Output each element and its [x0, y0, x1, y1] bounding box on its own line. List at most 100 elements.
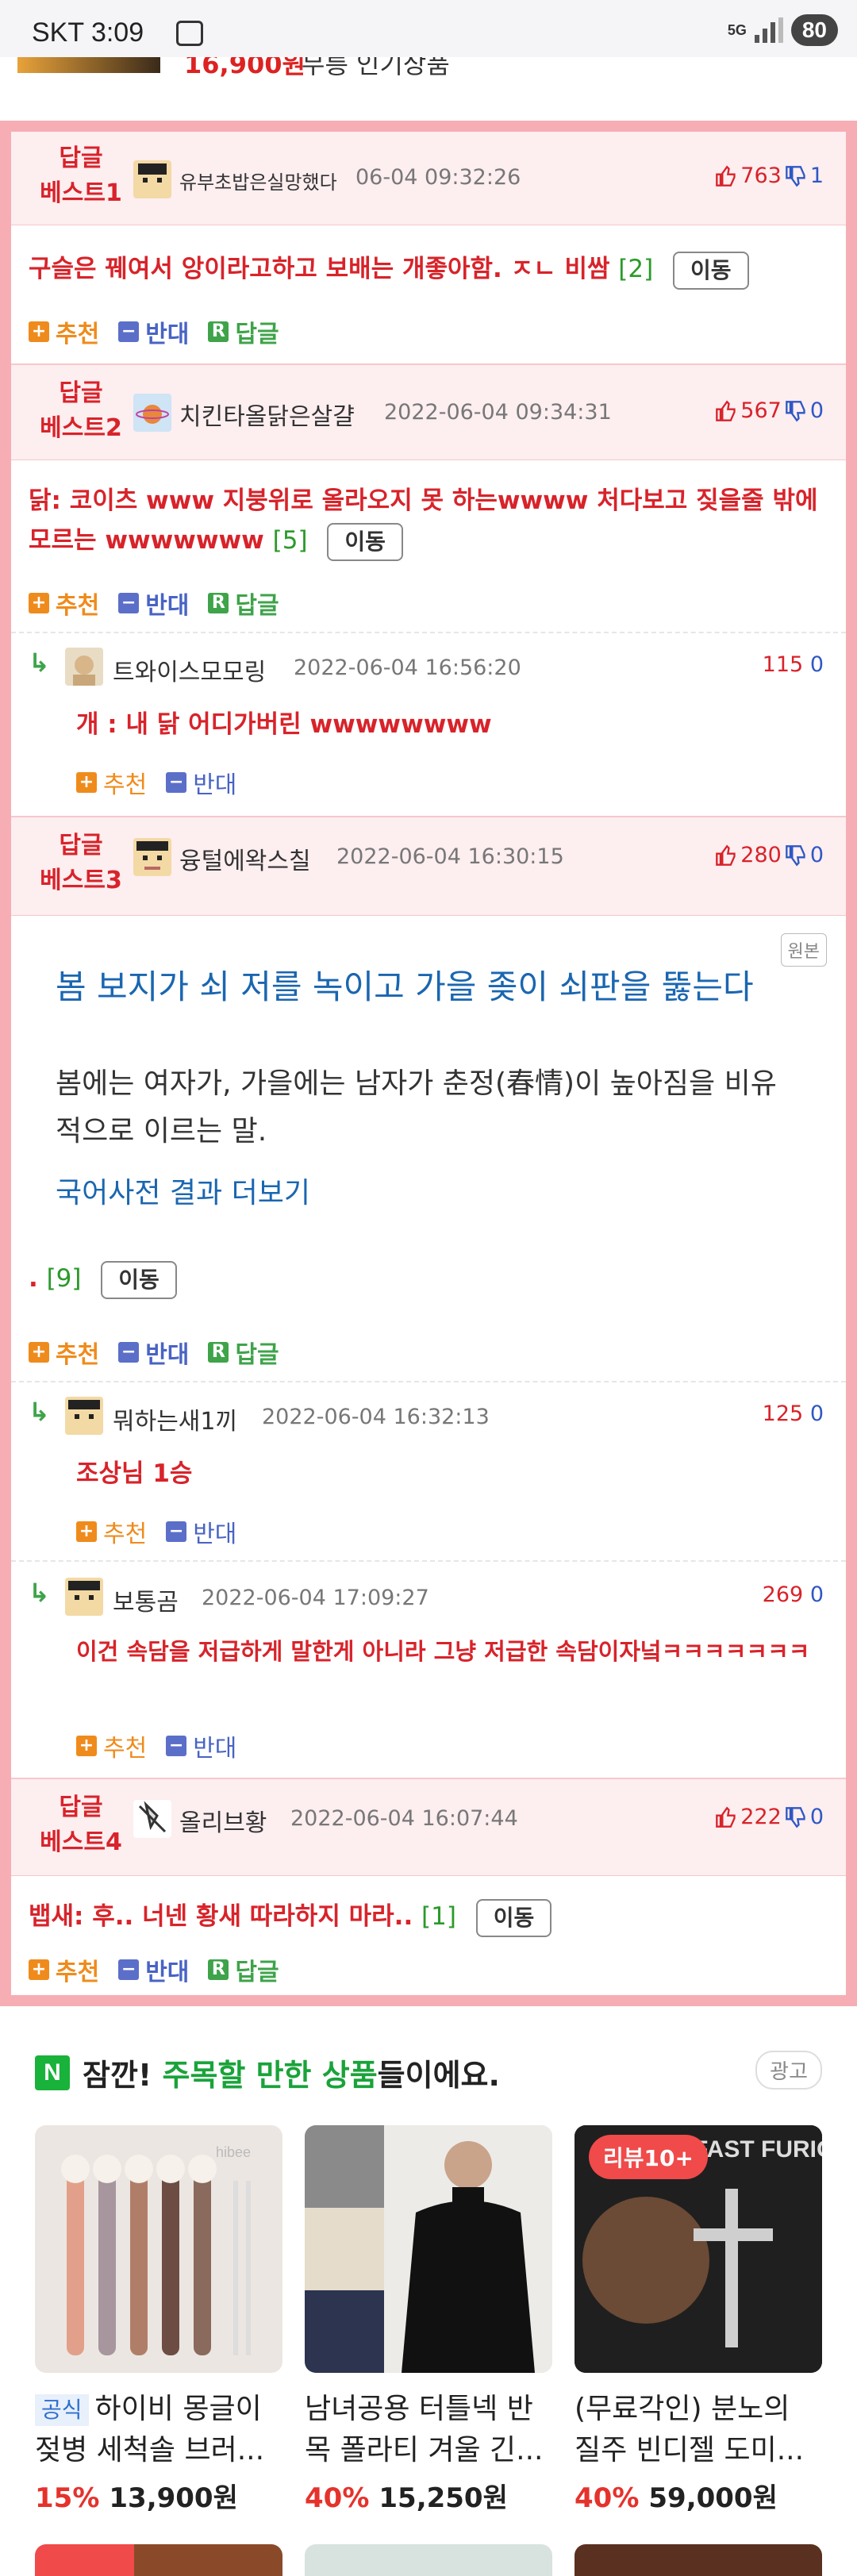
recommend-button[interactable]: + 추천 [29, 586, 99, 621]
reply-author[interactable]: 뭐하는새1끼 [113, 1401, 237, 1436]
oppose-button[interactable]: − 반대 [166, 1514, 236, 1549]
battery-indicator: 80 [790, 14, 838, 46]
next-row-product-image[interactable] [35, 2544, 282, 2576]
best-comment-header-2: 답글 베스트2 치킨타올닭은살걀 2022-06-04 09:34:31 567… [11, 363, 846, 460]
poster-title: FAST FURIOUS [694, 2136, 822, 2163]
dictionary-more-link[interactable]: 국어사전 결과 더보기 [56, 1170, 310, 1211]
naver-logo-icon: N [35, 2055, 70, 2090]
oppose-button[interactable]: − 반대 [118, 314, 189, 349]
up-count: 125 [762, 1401, 804, 1426]
up-count: 222 [740, 1805, 782, 1829]
avatar[interactable] [133, 1800, 171, 1838]
plus-icon: + [76, 772, 97, 793]
original-button[interactable]: 원본 [780, 933, 827, 967]
minus-icon: − [118, 321, 140, 342]
plus-icon: + [29, 593, 49, 613]
thumbs-down-icon [785, 165, 805, 186]
reply-count: [9] [46, 1264, 82, 1293]
oppose-button[interactable]: − 반대 [118, 586, 189, 621]
best-comments-panel: 답글 베스트1 유부초밥은실망했다 06-04 09:32:26 763 1 구… [0, 121, 857, 2006]
reply-date: 2022-06-04 16:32:13 [262, 1405, 490, 1429]
avatar[interactable] [133, 394, 171, 432]
reply-actions: + 추천 − 반대 [76, 1514, 236, 1549]
move-button[interactable]: 이동 [327, 522, 403, 561]
avatar[interactable] [65, 648, 103, 686]
divider [11, 632, 846, 633]
comment-author[interactable]: 올리브황 [179, 1803, 267, 1838]
comment-author[interactable]: 융털에왁스칠 [179, 841, 311, 876]
product-card[interactable]: hibee 공식 하이비 몽글이 젖병 세척솔 브러... 15% 13,900원 [35, 2125, 282, 2515]
reply-button[interactable]: R 답글 [208, 314, 279, 349]
next-row-product-image[interactable] [575, 2544, 822, 2576]
minus-icon: − [166, 1521, 187, 1542]
oppose-button[interactable]: − 반대 [166, 765, 236, 800]
product-price: 15% 13,900원 [35, 2482, 238, 2514]
avatar[interactable] [133, 838, 171, 876]
comment-actions: + 추천 − 반대 R 답글 [29, 586, 279, 621]
product-price: 16,900원 [184, 57, 306, 78]
thumbs-up-icon [716, 400, 736, 421]
reply-arrow-icon: ↳ [29, 1578, 50, 1608]
thumbs-up-icon [716, 165, 736, 186]
avatar[interactable] [65, 1578, 103, 1616]
recommend-button[interactable]: + 추천 [29, 314, 99, 349]
move-button[interactable]: 이동 [101, 1260, 177, 1299]
recommend-button[interactable]: + 추천 [29, 1952, 99, 1987]
recommend-button[interactable]: + 추천 [76, 1728, 147, 1763]
reply-count: [1] [421, 1902, 456, 1931]
carrier-time: SKT 3:09 [32, 17, 144, 48]
product-image [305, 2125, 552, 2373]
oppose-button[interactable]: − 반대 [118, 1952, 189, 1987]
reply-button[interactable]: R 답글 [208, 586, 279, 621]
review-badge: 리뷰10+ [589, 2135, 708, 2179]
reply-vote-counts: 269 0 [763, 1582, 824, 1607]
reply-author[interactable]: 보통곰 [113, 1582, 179, 1617]
divider [11, 1560, 846, 1562]
reply-arrow-icon: ↳ [29, 1397, 50, 1427]
comment-date: 2022-06-04 09:34:31 [384, 400, 612, 425]
avatar[interactable] [65, 1397, 103, 1435]
reply-button[interactable]: R 답글 [208, 1335, 279, 1370]
reply-vote-counts: 115 0 [763, 652, 824, 677]
move-button[interactable]: 이동 [673, 251, 749, 290]
up-count: 567 [740, 398, 782, 423]
reply-button[interactable]: R 답글 [208, 1952, 279, 1987]
oppose-button[interactable]: − 반대 [118, 1335, 189, 1370]
recommend-button[interactable]: + 추천 [29, 1335, 99, 1370]
previous-product-strip[interactable]: 16,900원 무릉 인기상품 [0, 57, 857, 78]
dictionary-title[interactable]: 봄 보지가 쇠 저를 녹이고 가을 좆이 쇠판을 뚫는다 [56, 965, 798, 1009]
ad-label[interactable]: 광고 [755, 2051, 822, 2090]
down-count: 0 [809, 1582, 824, 1607]
reply-author[interactable]: 트와이스모모링 [113, 652, 266, 687]
move-button[interactable]: 이동 [475, 1898, 552, 1937]
best-badge: 답글 베스트3 [40, 832, 122, 894]
brand-mark: hibee [216, 2144, 251, 2160]
reply-body: 이건 속담을 저급하게 말한게 아니라 그냥 저급한 속담이자넠ㅋㅋㅋㅋㅋㅋㅋㅋ… [76, 1638, 810, 1665]
product-price: 40% 15,250원 [305, 2482, 508, 2514]
comment-author[interactable]: 유부초밥은실망했다 [179, 167, 337, 194]
avatar[interactable] [133, 160, 171, 198]
best-comment-header-3: 답글 베스트3 융털에왁스칠 2022-06-04 16:30:15 280 0 [11, 816, 846, 916]
vote-counts: 222 0 [715, 1805, 824, 1829]
recommend-button[interactable]: + 추천 [76, 765, 147, 800]
comment-body: 구슬은 꿰여서 앙이라고하고 보배는 개좋아함. ㅈㄴ 비쌈 [2] 이동 [29, 249, 824, 290]
reply-actions: + 추천 − 반대 [76, 1728, 236, 1763]
oppose-button[interactable]: − 반대 [166, 1728, 236, 1763]
vote-counts: 567 0 [715, 398, 824, 423]
next-row-product-image[interactable] [305, 2544, 552, 2576]
plus-icon: + [29, 321, 49, 342]
thumbs-down-icon [785, 844, 805, 866]
recommend-button[interactable]: + 추천 [76, 1514, 147, 1549]
reply-count: [2] [618, 255, 654, 283]
up-count: 280 [740, 843, 782, 867]
up-count: 269 [762, 1582, 804, 1607]
dictionary-card: 원본 봄 보지가 쇠 저를 녹이고 가을 좆이 쇠판을 뚫는다 봄에는 여자가,… [11, 916, 846, 1313]
recommended-products-ad: N 잠깐! 주목할 만한 상품들이에요. 광고 hibee 공식 하이비 몽글이 … [0, 2006, 857, 2576]
product-card[interactable]: 남녀공용 터틀넥 반목 폴라티 겨울 긴... 40% 15,250원 [305, 2125, 552, 2515]
comment-author[interactable]: 치킨타올닭은살걀 [179, 397, 355, 432]
best-comment-header-1: 답글 베스트1 유부초밥은실망했다 06-04 09:32:26 763 1 [11, 132, 846, 225]
thumbs-down-icon [785, 400, 805, 421]
status-bar: SKT 3:09 5G 80 [0, 0, 857, 57]
product-card[interactable]: FAST FURIOUS 리뷰10+ (무료각인) 분노의 질주 빈디젤 도미.… [575, 2125, 822, 2515]
reply-body: 개 : 내 닭 어디가버린 wwwwwwww [76, 710, 492, 739]
